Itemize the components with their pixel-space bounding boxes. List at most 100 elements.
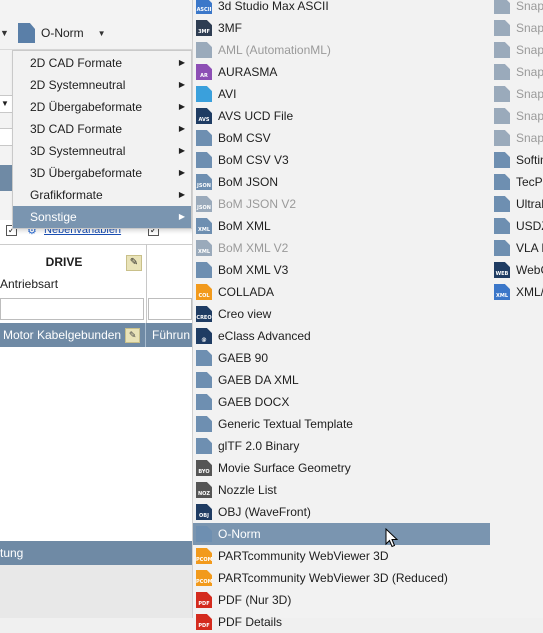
format-menu-item[interactable]: BoM CSV V3	[193, 149, 490, 171]
format-menu-item[interactable]: Generic Textual Template	[193, 413, 490, 435]
creo-doc-icon: CREO	[196, 306, 212, 322]
grid-column-label: Motor Kabelgebunden	[3, 328, 122, 342]
icon-tag: XML	[495, 293, 509, 299]
format-menu-item[interactable]: GAEB 90	[193, 347, 490, 369]
format-menu-item[interactable]: TecPl	[491, 171, 543, 193]
icon-tag: JSON	[197, 183, 211, 189]
format-menu-label: PDF Details	[218, 615, 283, 629]
format-menu-item[interactable]: JSON BoM JSON	[193, 171, 490, 193]
format-menu-item[interactable]: AML (AutomationML)	[193, 39, 490, 61]
format-menu-item[interactable]: XML BoM XML	[193, 215, 490, 237]
category-menu-item[interactable]: 2D CAD Formate ▶	[13, 52, 191, 74]
export-format-button[interactable]: O-Norm ▼	[14, 21, 110, 45]
format-menu-item[interactable]: BYO Movie Surface Geometry	[193, 457, 490, 479]
antriebsart-input[interactable]	[0, 298, 144, 320]
format-menu-item[interactable]: PDF PDF Details	[193, 611, 490, 633]
format-menu-item[interactable]: CREO Creo view	[193, 303, 490, 325]
format-menu-item[interactable]: PCOM PARTcommunity WebViewer 3D (Reduced)	[193, 567, 490, 589]
edit-pencil-icon[interactable]: ✎	[126, 255, 142, 271]
pdf-doc-icon: PDF	[196, 592, 212, 608]
format-menu-label: Ultral	[516, 197, 543, 211]
format-menu-item[interactable]: @ eClass Advanced	[193, 325, 490, 347]
icon-tag: XML	[197, 227, 211, 233]
format-menu-item[interactable]: O-Norm	[193, 523, 490, 545]
mouse-cursor-icon	[385, 528, 399, 548]
category-menu-item[interactable]: 3D Übergabeformate ▶	[13, 162, 191, 184]
format-menu-item[interactable]: glTF 2.0 Binary	[193, 435, 490, 457]
xml-v3-doc-icon	[196, 262, 212, 278]
format-menu-item[interactable]: Ultral	[491, 193, 543, 215]
toolbar-dropdown-arrow-icon[interactable]: ▼	[0, 28, 9, 38]
submenu-arrow-icon: ▶	[178, 124, 185, 133]
xml-col2-doc-icon: XML	[494, 284, 510, 300]
category-menu-item[interactable]: Sonstige ▶	[13, 206, 191, 228]
category-menu-item[interactable]: 3D CAD Formate ▶	[13, 118, 191, 140]
webviewer-doc-icon: PCOM	[196, 548, 212, 564]
category-menu-label: 2D CAD Formate	[30, 56, 123, 70]
msg-doc-icon: BYO	[196, 460, 212, 476]
format-menu-item[interactable]: AVI	[193, 83, 490, 105]
webviewer-reduced-doc-icon: PCOM	[196, 570, 212, 586]
format-menu-label: Snapl	[516, 0, 543, 13]
eclass-doc-icon: @	[196, 328, 212, 344]
aml-doc-icon	[196, 42, 212, 58]
format-menu-item[interactable]: XML XML/	[491, 281, 543, 303]
format-menu-label: GAEB DA XML	[218, 373, 299, 387]
format-menu-item[interactable]: 3MF 3MF	[193, 17, 490, 39]
format-menu-item[interactable]: Softin	[491, 149, 543, 171]
grid-column-header[interactable]: Motor Kabelgebunden ✎	[0, 323, 146, 347]
format-menu-item[interactable]: VLA F	[491, 237, 543, 259]
format-menu-item[interactable]: Snapl	[491, 0, 543, 17]
format-menu-label: Creo view	[218, 307, 272, 321]
icon-tag: BYO	[198, 469, 210, 475]
format-menu-item[interactable]: PDF PDF (Nur 3D)	[193, 589, 490, 611]
gaeb-xml-doc-icon	[196, 372, 212, 388]
icon-tag: NOZ	[197, 491, 211, 497]
format-menu-label: XML/	[516, 285, 543, 299]
category-menu-item[interactable]: 2D Übergabeformate ▶	[13, 96, 191, 118]
format-menu-item[interactable]: BoM CSV	[193, 127, 490, 149]
format-menu-item[interactable]: Snapl	[491, 83, 543, 105]
pdf-details-doc-icon: PDF	[196, 614, 212, 630]
format-menu-label: Snapl	[516, 43, 543, 57]
grid-column-header[interactable]: Führun	[146, 328, 190, 342]
submenu-arrow-icon: ▶	[178, 102, 185, 111]
secondary-input[interactable]	[148, 298, 192, 320]
format-menu-item[interactable]: AR AURASMA	[193, 61, 490, 83]
format-menu-item[interactable]: USDZ	[491, 215, 543, 237]
category-menu-item[interactable]: 3D Systemneutral ▶	[13, 140, 191, 162]
format-menu-label: BoM JSON	[218, 175, 279, 189]
format-menu-label: eClass Advanced	[218, 329, 311, 343]
category-menu-item[interactable]: 2D Systemneutral ▶	[13, 74, 191, 96]
format-menu-item[interactable]: GAEB DA XML	[193, 369, 490, 391]
format-menu-item[interactable]: AVS AVS UCD File	[193, 105, 490, 127]
category-menu-item[interactable]: Grafikformate ▶	[13, 184, 191, 206]
format-list-menu: ASCII 3d Studio Max ASCII 3MF 3MF AML (Autom…	[192, 0, 543, 630]
grid-column-label: Führun	[152, 328, 191, 342]
format-menu-item[interactable]: OBJ OBJ (WaveFront)	[193, 501, 490, 523]
format-menu-item[interactable]: XML BoM XML V2	[193, 237, 490, 259]
format-menu-item[interactable]: BoM XML V3	[193, 259, 490, 281]
snap-doc-icon	[494, 42, 510, 58]
edit-pencil-icon[interactable]: ✎	[125, 327, 141, 343]
format-menu-item[interactable]: Snapl	[491, 39, 543, 61]
bottom-section-label: tung	[0, 546, 24, 560]
ar-doc-icon: AR	[196, 64, 212, 80]
format-menu-item[interactable]: GAEB DOCX	[193, 391, 490, 413]
softin-doc-icon	[494, 152, 510, 168]
icon-tag: 3MF	[198, 29, 210, 35]
format-menu-item[interactable]: Snapl	[491, 17, 543, 39]
format-menu-item[interactable]: Snapl	[491, 61, 543, 83]
format-menu-item[interactable]: NOZ Nozzle List	[193, 479, 490, 501]
format-menu-item[interactable]: Snapl	[491, 105, 543, 127]
format-menu-item[interactable]: JSON BoM JSON V2	[193, 193, 490, 215]
gaeb90-doc-icon	[196, 350, 212, 366]
format-menu-item[interactable]: ASCII 3d Studio Max ASCII	[193, 0, 490, 17]
format-menu-item[interactable]: WEB WebG	[491, 259, 543, 281]
format-menu-item[interactable]: Snapl	[491, 127, 543, 149]
bom-csv-doc-icon	[196, 130, 212, 146]
format-menu-label: Snapl	[516, 109, 543, 123]
format-menu-item[interactable]: COL COLLADA	[193, 281, 490, 303]
format-menu-item[interactable]: PCOM PARTcommunity WebViewer 3D	[193, 545, 490, 567]
icon-tag: WEB	[495, 271, 509, 277]
